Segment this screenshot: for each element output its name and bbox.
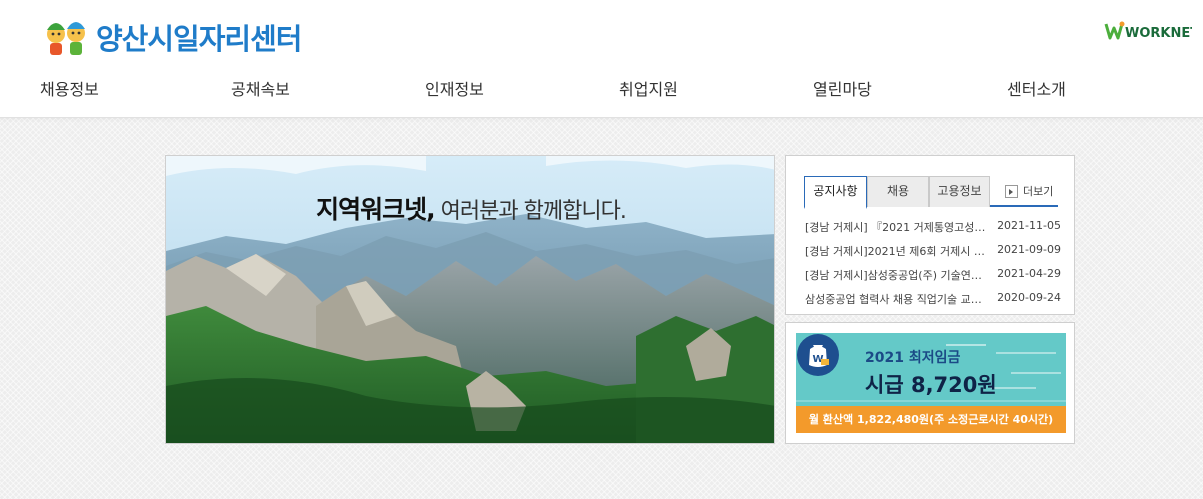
notice-title[interactable]: 삼성중공업 협력사 채용 직업기술 교육생 모집 bbox=[805, 291, 988, 307]
logo-text: 양산시일자리센터 bbox=[96, 22, 302, 56]
notice-title[interactable]: [경남 거제시]2021년 제6회 거제시 일자리박람회 bbox=[805, 243, 988, 259]
banner-caption-strong: 지역워크넷, bbox=[316, 195, 435, 224]
list-item[interactable]: 삼성중공업 협력사 채용 직업기술 교육생 모집 2020-09-24 bbox=[805, 291, 1061, 315]
list-item[interactable]: [경남 거제시] 『2021 거제통영고성 조선업 취업박람회』 2021-11… bbox=[805, 219, 1061, 243]
tab-notice[interactable]: 공지사항 bbox=[804, 176, 867, 209]
wage-monthly-text: 월 환산액 1,822,480원(주 소정근로시간 40시간) bbox=[796, 406, 1066, 433]
banner-caption-light: 여러분과 함께합니다. bbox=[434, 199, 627, 224]
notice-title[interactable]: [경남 거제시]삼성중공업(주) 기술연수생 모집 bbox=[805, 267, 988, 283]
list-item[interactable]: [경남 거제시]삼성중공업(주) 기술연수생 모집 2021-04-29 bbox=[805, 267, 1061, 291]
notice-list: [경남 거제시] 『2021 거제통영고성 조선업 취업박람회』 2021-11… bbox=[805, 219, 1061, 315]
minimum-wage-banner[interactable]: W 2021 최저임금 시급 8,720원 월 환산액 1,822,480원(주… bbox=[796, 333, 1066, 433]
more-link[interactable]: 더보기 bbox=[1005, 183, 1053, 199]
notice-date: 2021-11-05 bbox=[997, 219, 1061, 232]
worknet-text: WORKNET bbox=[1125, 26, 1192, 41]
notice-date: 2021-09-09 bbox=[997, 243, 1061, 256]
chevron-right-icon bbox=[1005, 184, 1018, 198]
minimum-wage-panel: W 2021 최저임금 시급 8,720원 월 환산액 1,822,480원(주… bbox=[785, 322, 1075, 444]
banner-caption: 지역워크넷, 여러분과 함께합니다. bbox=[166, 190, 774, 226]
site-logo[interactable]: 양산시일자리센터 bbox=[42, 16, 302, 58]
notice-panel: 공지사항 채용 고용정보 더보기 [경남 거제시] 『2021 거제통영고성 조… bbox=[785, 155, 1075, 315]
main-nav: 채용정보 공채속보 인재정보 취업지원 열린마당 센터소개 bbox=[0, 76, 1203, 104]
nav-item-talent[interactable]: 인재정보 bbox=[425, 76, 484, 100]
tab-recruit[interactable]: 채용 bbox=[867, 176, 929, 207]
list-item[interactable]: [경남 거제시]2021년 제6회 거제시 일자리박람회 2021-09-09 bbox=[805, 243, 1061, 267]
wage-title: 2021 최저임금 bbox=[865, 350, 961, 366]
main-visual-banner[interactable]: 지역워크넷, 여러분과 함께합니다. bbox=[165, 155, 775, 444]
worknet-logo[interactable]: WORKNET bbox=[1104, 20, 1192, 42]
nav-item-jobs[interactable]: 채용정보 bbox=[40, 76, 99, 100]
mascot-icon bbox=[47, 22, 85, 55]
notice-date: 2021-04-29 bbox=[997, 267, 1061, 280]
notice-date: 2020-09-24 bbox=[997, 291, 1061, 304]
tab-employment-info[interactable]: 고용정보 bbox=[929, 176, 990, 207]
nav-item-center-intro[interactable]: 센터소개 bbox=[1007, 76, 1066, 100]
wage-value: 시급 8,720원 bbox=[865, 373, 997, 397]
notice-title[interactable]: [경남 거제시] 『2021 거제통영고성 조선업 취업박람회』 bbox=[805, 219, 988, 235]
nav-item-public-recruit[interactable]: 공채속보 bbox=[231, 76, 290, 100]
nav-item-employment-support[interactable]: 취업지원 bbox=[619, 76, 678, 100]
more-label: 더보기 bbox=[1023, 185, 1054, 198]
nav-item-open-forum[interactable]: 열린마당 bbox=[813, 76, 872, 100]
money-bag-icon: W bbox=[797, 334, 839, 376]
site-header: 양산시일자리센터 WORKNET 채용정보 공채속보 인재정보 취업지원 열린마… bbox=[0, 0, 1203, 118]
